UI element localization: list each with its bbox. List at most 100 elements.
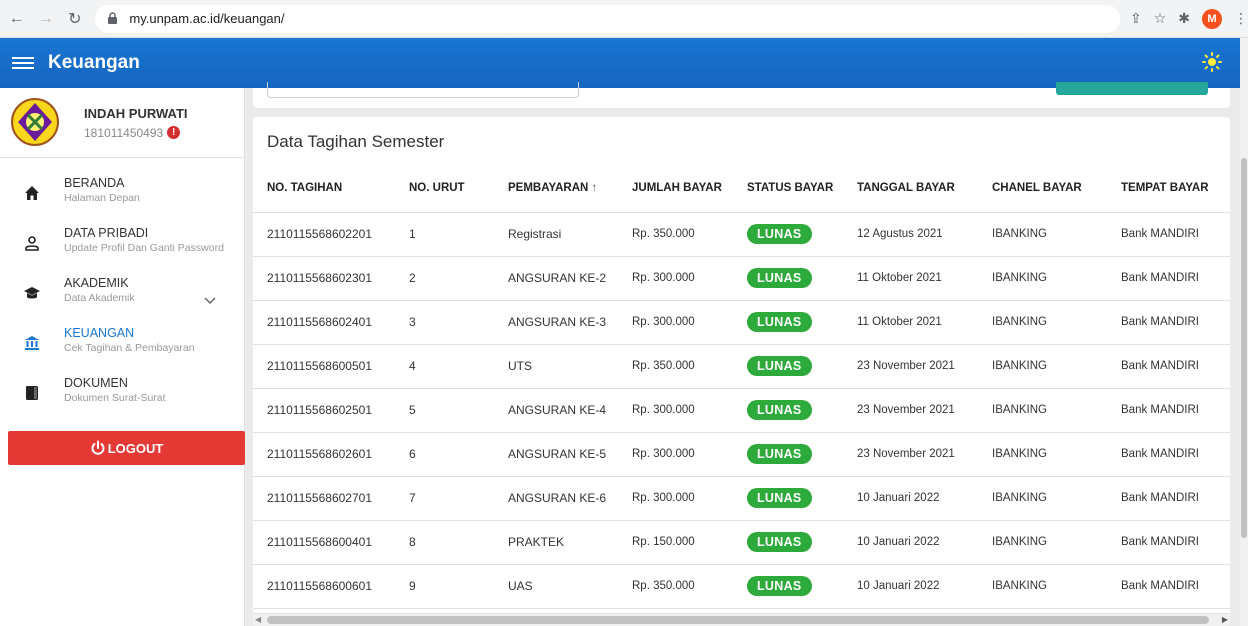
column-header-no-urut[interactable]: NO. URUT: [395, 164, 494, 213]
cell-no-urut: 1: [395, 212, 494, 257]
cell-jumlah: Rp. 300.000: [618, 388, 733, 433]
cell-jumlah: Rp. 300.000: [618, 476, 733, 521]
user-name: INDAH PURWATI: [84, 105, 188, 121]
cell-pembayaran: UAS: [494, 564, 618, 609]
sidebar-item-beranda[interactable]: BERANDA Halaman Depan: [0, 174, 244, 224]
cell-no-urut: 2: [395, 256, 494, 301]
logout-button[interactable]: LOGOUT: [8, 431, 245, 465]
cell-tanggal: 11 Oktober 2021: [843, 300, 978, 345]
horizontal-scrollbar[interactable]: ◀ ▶: [253, 613, 1230, 626]
person-icon: [23, 234, 41, 252]
hamburger-menu-icon[interactable]: [12, 57, 34, 69]
sidebar-item-subtitle: Halaman Depan: [64, 192, 140, 204]
more-menu-icon[interactable]: ⋮: [1234, 10, 1248, 27]
column-header-label: PEMBAYARAN: [508, 181, 589, 194]
star-icon[interactable]: ☆: [1154, 10, 1167, 27]
cell-pembayaran: PRAKTEK: [494, 520, 618, 565]
column-header-tanggal-bayar[interactable]: TANGGAL BAYAR: [843, 164, 978, 213]
browser-toolbar: ← → ↻ my.unpam.ac.id/keuangan/ ⇪ ☆ ✱ M ⋮: [0, 0, 1248, 38]
filter-button[interactable]: [1056, 82, 1208, 95]
profile-avatar[interactable]: M: [1202, 8, 1223, 29]
forward-arrow-icon[interactable]: →: [33, 6, 58, 32]
chevron-down-icon[interactable]: [204, 294, 216, 308]
column-header-pembayaran[interactable]: PEMBAYARAN ↑: [494, 164, 618, 213]
cell-status: LUNAS: [733, 476, 843, 521]
extension-icon[interactable]: ✱: [1178, 10, 1190, 27]
cell-no-urut: 4: [395, 344, 494, 389]
sidebar-item-subtitle: Data Akademik: [64, 292, 135, 304]
document-icon: [23, 384, 41, 402]
sidebar-item-title: DATA PRIBADI: [64, 226, 149, 240]
reload-icon[interactable]: ↻: [62, 6, 87, 32]
table-row[interactable]: 2110115568600401 8 PRAKTEK Rp. 150.000 LUNAS…: [253, 520, 1230, 565]
cell-tanggal: 23 November 2021: [843, 344, 978, 389]
table-row[interactable]: 2110115568602501 5 ANGSURAN KE-4 Rp. 300.00…: [253, 388, 1230, 433]
cell-chanel: IBANKING: [978, 388, 1107, 433]
user-id: 181011450493: [84, 125, 164, 140]
cell-status: LUNAS: [733, 432, 843, 477]
card-title: Data Tagihan Semester: [267, 132, 445, 151]
cell-no-tagihan: 2110115568602501: [253, 388, 395, 433]
cell-no-urut: 9: [395, 564, 494, 609]
sidebar-item-dokumen[interactable]: DOKUMEN Dokumen Surat-Surat: [0, 374, 244, 424]
cell-jumlah: Rp. 350.000: [618, 564, 733, 609]
cell-status: LUNAS: [733, 520, 843, 565]
home-icon: [23, 184, 41, 202]
cell-no-tagihan: 2110115568602701: [253, 476, 395, 521]
sidebar-item-akademik[interactable]: AKADEMIK Data Akademik: [0, 274, 244, 324]
cell-chanel: IBANKING: [978, 344, 1107, 389]
vertical-scroll-thumb[interactable]: [1241, 158, 1247, 538]
logout-label: LOGOUT: [107, 440, 164, 456]
sidebar-item-keuangan[interactable]: KEUANGAN Cek Tagihan & Pembayaran: [0, 324, 244, 374]
cell-no-tagihan: 2110115568602401: [253, 300, 395, 345]
cell-no-urut: 7: [395, 476, 494, 521]
theme-toggle-sun-icon[interactable]: [1202, 52, 1222, 72]
table-row[interactable]: 2110115568602201 1 Registrasi Rp. 350.000 LU…: [253, 212, 1230, 257]
sidebar-item-title: AKADEMIK: [64, 276, 129, 290]
cell-tanggal: 10 Januari 2022: [843, 564, 978, 609]
cell-tempat: Bank MANDIRI: [1107, 212, 1230, 257]
column-header-status-bayar[interactable]: STATUS BAYAR: [733, 164, 843, 213]
bank-icon: [23, 334, 41, 352]
back-arrow-icon[interactable]: ←: [4, 6, 29, 32]
cell-status: LUNAS: [733, 300, 843, 345]
sidebar-item-title: KEUANGAN: [64, 326, 135, 340]
table-row[interactable]: 2110115568602401 3 ANGSURAN KE-3 Rp. 300.00…: [253, 300, 1230, 345]
cell-status: LUNAS: [733, 564, 843, 609]
sidebar-item-data-pribadi[interactable]: DATA PRIBADI Update Profil Dan Ganti Pas…: [0, 224, 244, 274]
cell-tempat: Bank MANDIRI: [1107, 388, 1230, 433]
column-header-chanel-bayar[interactable]: CHANEL BAYAR: [978, 164, 1107, 213]
column-header-no-tagihan[interactable]: NO. TAGIHAN: [253, 164, 395, 213]
column-header-tempat-bayar[interactable]: TEMPAT BAYAR: [1107, 164, 1230, 213]
sidebar-menu: BERANDA Halaman Depan DATA PRIBADI Updat…: [0, 174, 244, 424]
column-header-jumlah-bayar[interactable]: JUMLAH BAYAR: [618, 164, 733, 213]
cell-jumlah: Rp. 350.000: [618, 212, 733, 257]
cell-pembayaran: ANGSURAN KE-2: [494, 256, 618, 301]
table-row[interactable]: 2110115568602301 2 ANGSURAN KE-2 Rp. 300.00…: [253, 256, 1230, 301]
filter-input[interactable]: [267, 82, 579, 98]
horizontal-scroll-thumb[interactable]: [267, 616, 1209, 624]
cell-chanel: IBANKING: [978, 432, 1107, 477]
table-row[interactable]: 2110115568600501 4 UTS Rp. 350.000 LUNAS 23 N…: [253, 344, 1230, 389]
alert-icon[interactable]: !: [167, 126, 181, 139]
cell-pembayaran: ANGSURAN KE-5: [494, 432, 618, 477]
cell-no-tagihan: 2110115568602601: [253, 432, 395, 477]
table-row[interactable]: 2110115568602601 6 ANGSURAN KE-5 Rp. 300.00…: [253, 432, 1230, 477]
vertical-scrollbar[interactable]: [1240, 38, 1248, 626]
cell-status: LUNAS: [733, 212, 843, 257]
table-row[interactable]: 2110115568602701 7 ANGSURAN KE-6 Rp. 300.00…: [253, 476, 1230, 521]
cell-tanggal: 12 Agustus 2021: [843, 212, 978, 257]
scroll-right-icon[interactable]: ▶: [1222, 615, 1228, 624]
table-row[interactable]: 2110115568600601 9 UAS Rp. 350.000 LUNAS 10 J…: [253, 564, 1230, 609]
power-icon: [90, 440, 106, 456]
cell-no-urut: 6: [395, 432, 494, 477]
address-bar[interactable]: my.unpam.ac.id/keuangan/: [95, 4, 1120, 33]
scroll-left-icon[interactable]: ◀: [255, 615, 261, 624]
status-badge: LUNAS: [747, 268, 812, 288]
cell-no-urut: 3: [395, 300, 494, 345]
cell-tempat: Bank MANDIRI: [1107, 564, 1230, 609]
filter-card: [253, 82, 1230, 108]
cell-no-tagihan: 2110115568600501: [253, 344, 395, 389]
share-icon[interactable]: ⇪: [1130, 10, 1142, 27]
app-header: Keuangan: [0, 38, 1240, 88]
